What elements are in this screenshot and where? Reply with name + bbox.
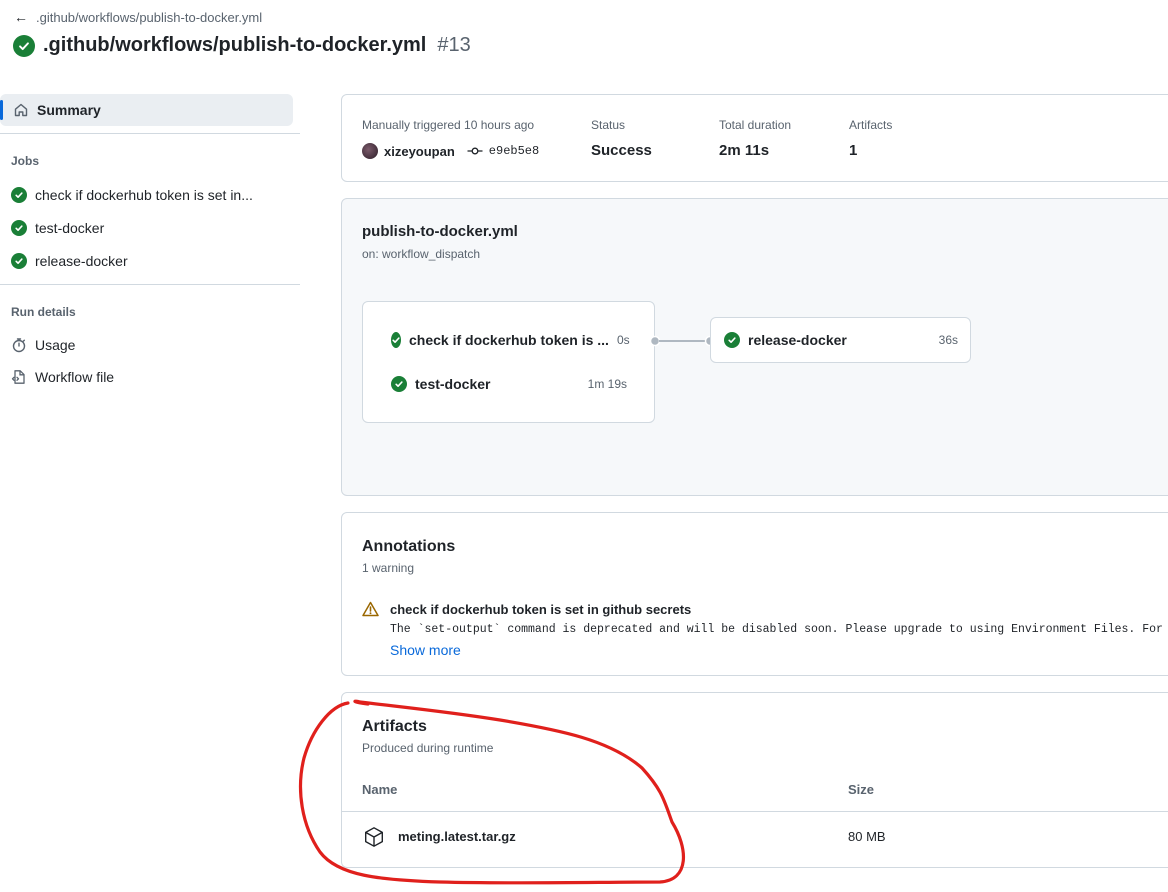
check-circle-icon (11, 187, 27, 203)
sidebar-item-label: Usage (35, 337, 76, 353)
job-node-label: test-docker (415, 376, 491, 392)
check-circle-icon (391, 376, 407, 392)
job-connector (649, 335, 716, 347)
sidebar-item-usage[interactable]: Usage (11, 333, 75, 357)
back-link[interactable]: ← .github/workflows/publish-to-docker.ym… (14, 9, 262, 25)
job-node-release-docker[interactable]: release-docker 36s (710, 317, 971, 363)
status-label: Status (591, 118, 626, 132)
workflow-file-name: publish-to-docker.yml (362, 223, 518, 240)
check-circle-icon (724, 332, 740, 348)
sidebar-job-check-token[interactable]: check if dockerhub token is set in... (11, 183, 253, 207)
artifacts-subtitle: Produced during runtime (362, 741, 494, 755)
job-duration: 1m 19s (587, 377, 627, 391)
job-node-label: check if dockerhub token is ... (409, 332, 609, 348)
job-node-label: release-docker (748, 332, 847, 348)
warning-title[interactable]: check if dockerhub token is set in githu… (390, 602, 691, 617)
stopwatch-icon (11, 337, 27, 353)
check-circle-icon (391, 332, 401, 348)
job-node-check-token[interactable]: check if dockerhub token is ... 0s (391, 332, 630, 348)
run-details-heading: Run details (11, 305, 76, 319)
avatar (362, 143, 378, 159)
workflow-graph-card: publish-to-docker.yml on: workflow_dispa… (341, 198, 1168, 496)
check-circle-icon (13, 34, 35, 57)
sidebar-job-release-docker[interactable]: release-docker (11, 249, 128, 273)
sidebar-item-label: release-docker (35, 253, 128, 269)
arrow-left-icon: ← (14, 9, 28, 25)
run-number: #13 (437, 34, 471, 56)
sidebar-item-workflow-file[interactable]: Workflow file (11, 365, 114, 389)
artifacts-card: Artifacts Produced during runtime Name S… (341, 692, 1168, 868)
annotations-card: Annotations 1 warning check if dockerhub… (341, 512, 1168, 676)
status-value: Success (591, 142, 652, 159)
run-summary-card: Manually triggered 10 hours ago xizeyoup… (341, 94, 1168, 182)
file-code-icon (11, 369, 27, 385)
trigger-label: Manually triggered 10 hours ago (362, 118, 535, 132)
package-icon (363, 826, 385, 848)
artifacts-count[interactable]: 1 (849, 142, 857, 159)
duration-label: Total duration (719, 118, 792, 132)
check-circle-icon (11, 253, 27, 269)
commit-icon (467, 146, 483, 156)
sidebar-item-summary[interactable]: Summary (0, 94, 293, 126)
active-indicator (0, 100, 3, 120)
job-node-test-docker[interactable]: test-docker 1m 19s (391, 376, 627, 392)
artifacts-table-header: Name Size (342, 767, 1168, 811)
artifacts-label: Artifacts (849, 118, 893, 132)
sidebar-job-test-docker[interactable]: test-docker (11, 216, 104, 240)
home-icon (13, 102, 29, 118)
sidebar-item-label: test-docker (35, 220, 105, 236)
job-group: check if dockerhub token is ... 0s test-… (362, 301, 655, 423)
sidebar-item-label: Summary (37, 102, 101, 118)
commit-link[interactable]: e9eb5e8 (489, 144, 539, 158)
job-duration: 0s (616, 333, 630, 347)
artifacts-title: Artifacts (362, 718, 427, 735)
job-duration: 36s (938, 333, 958, 347)
jobs-heading: Jobs (11, 154, 40, 168)
sidebar-item-label: check if dockerhub token is set in... (35, 187, 253, 203)
show-more-link[interactable]: Show more (390, 642, 461, 658)
warning-message: The `set-output` command is deprecated a… (390, 623, 1168, 636)
column-size: Size (848, 782, 875, 797)
artifact-size: 80 MB (848, 829, 886, 844)
job-node-row: release-docker 36s (724, 332, 958, 348)
artifact-name-link[interactable]: meting.latest.tar.gz (398, 829, 516, 844)
trigger-detail: xizeyoupan e9eb5e8 (362, 143, 539, 159)
warning-icon (362, 601, 379, 617)
divider (0, 284, 300, 285)
actor-link[interactable]: xizeyoupan (384, 144, 455, 159)
divider (0, 133, 300, 134)
annotations-title: Annotations (362, 538, 456, 555)
sidebar-item-label: Workflow file (35, 369, 115, 385)
workflow-title: .github/workflows/publish-to-docker.yml (43, 34, 427, 56)
annotations-subtitle: 1 warning (362, 561, 415, 575)
workflow-trigger: on: workflow_dispatch (362, 247, 481, 261)
check-circle-icon (11, 220, 27, 236)
table-row: meting.latest.tar.gz 80 MB (342, 812, 1168, 864)
back-link-label: .github/workflows/publish-to-docker.yml (36, 9, 263, 25)
duration-value: 2m 11s (719, 142, 770, 159)
page-title: .github/workflows/publish-to-docker.yml … (13, 34, 471, 57)
column-name: Name (362, 782, 398, 797)
